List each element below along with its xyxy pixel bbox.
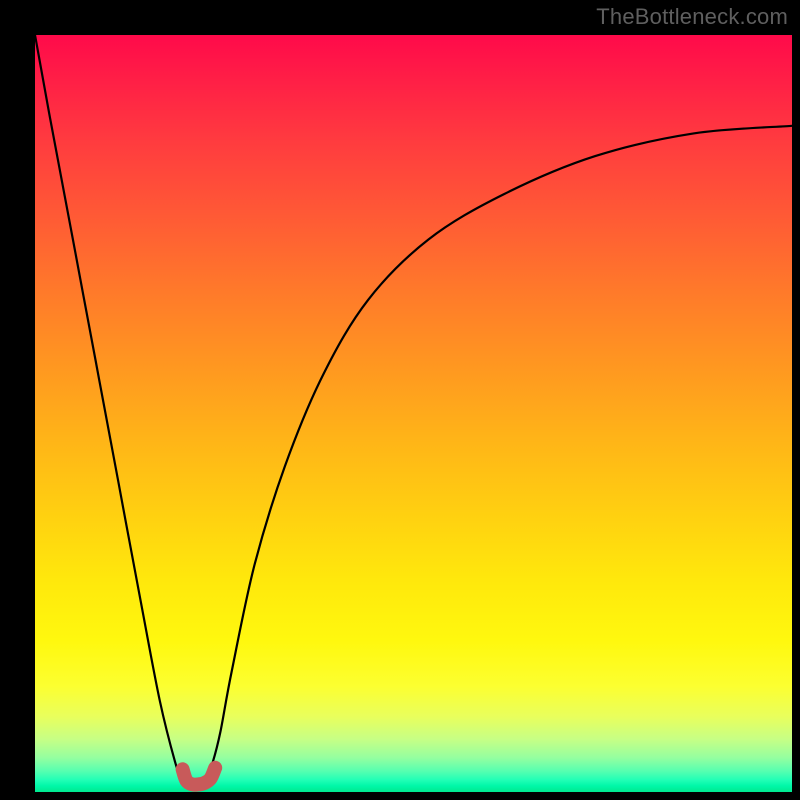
chart-frame: TheBottleneck.com (0, 0, 800, 800)
bottleneck-curve (35, 35, 792, 789)
watermark-text: TheBottleneck.com (596, 4, 788, 30)
curve-layer (35, 35, 792, 792)
bottom-marker (183, 768, 216, 785)
plot-area (35, 35, 792, 792)
